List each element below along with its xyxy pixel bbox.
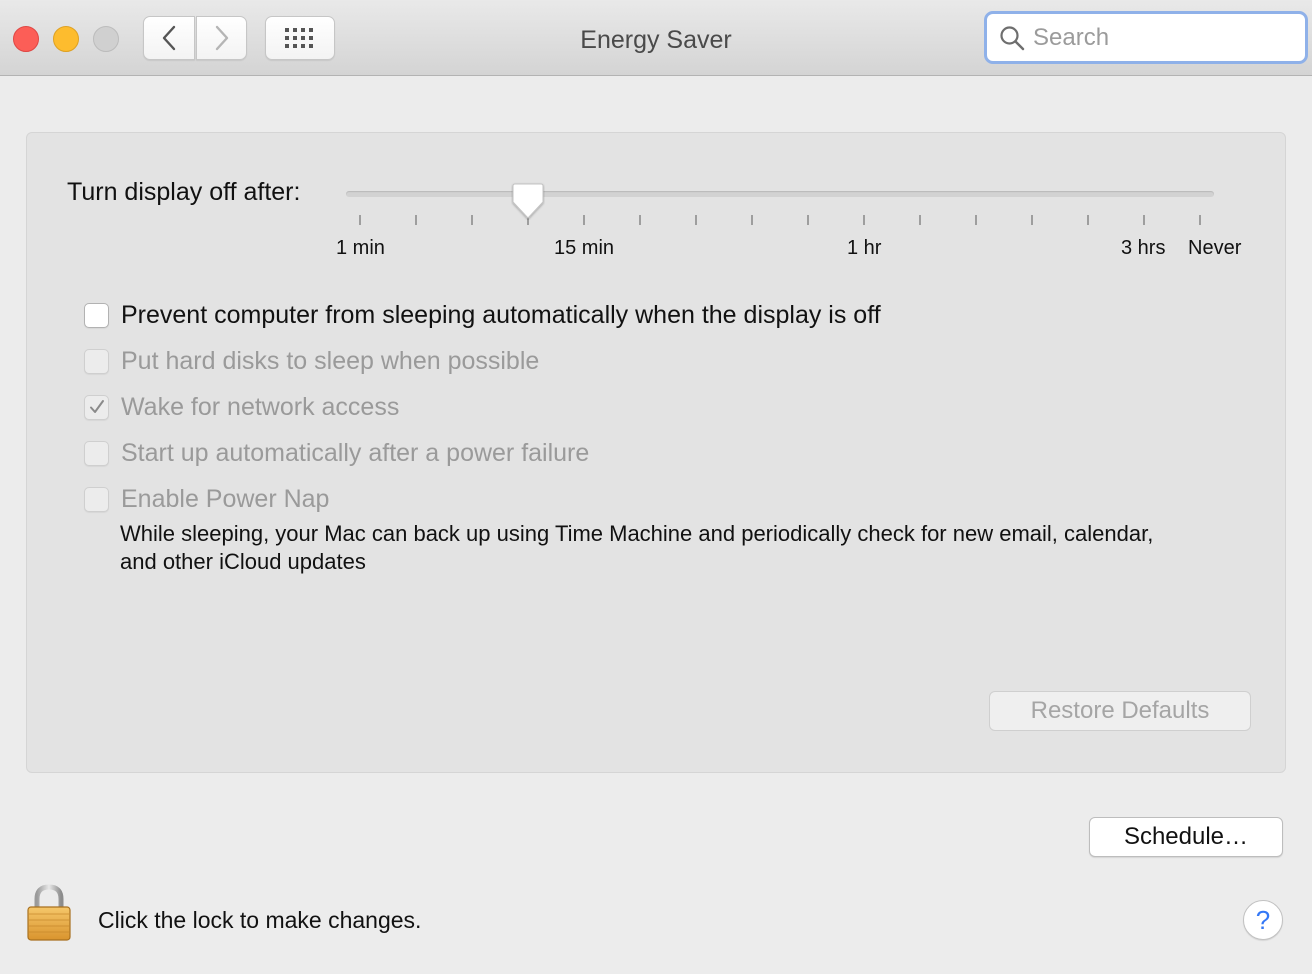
- tick-label-never: Never: [1188, 237, 1242, 259]
- wake-network-label: Wake for network access: [121, 392, 400, 421]
- tick-label-3-hrs: 3 hrs: [1121, 237, 1166, 259]
- prevent-sleep-label: Prevent computer from sleeping automatic…: [121, 300, 881, 329]
- slider-tick: [1087, 215, 1089, 225]
- slider-tick: [1143, 215, 1145, 225]
- slider-tick: [751, 215, 753, 225]
- search-field[interactable]: [984, 11, 1308, 64]
- option-disk-sleep[interactable]: Put hard disks to sleep when possible: [84, 346, 539, 376]
- power-failure-checkbox[interactable]: [84, 440, 109, 466]
- power-nap-checkbox[interactable]: [84, 486, 109, 512]
- prevent-sleep-checkbox[interactable]: [84, 302, 109, 328]
- checkmark-icon: [89, 400, 104, 413]
- schedule-button[interactable]: Schedule…: [1089, 817, 1283, 857]
- lock-message: Click the lock to make changes.: [98, 907, 422, 933]
- slider-tick: [695, 215, 697, 225]
- option-prevent-sleep[interactable]: Prevent computer from sleeping automatic…: [84, 300, 881, 330]
- slider-tick: [863, 215, 865, 225]
- power-nap-label: Enable Power Nap: [121, 484, 330, 513]
- slider-tick: [807, 215, 809, 225]
- power-failure-label: Start up automatically after a power fai…: [121, 438, 590, 467]
- title-bar: Energy Saver: [0, 0, 1312, 76]
- wake-network-checkbox[interactable]: [84, 394, 109, 420]
- search-input[interactable]: [1033, 23, 1293, 52]
- slider-tick: [1031, 215, 1033, 225]
- slider-tick: [919, 215, 921, 225]
- slider-tick: [471, 215, 473, 225]
- slider-tick: [415, 215, 417, 225]
- disk-sleep-checkbox[interactable]: [84, 348, 109, 374]
- tick-label-15-min: 15 min: [554, 237, 615, 259]
- slider-tick: [975, 215, 977, 225]
- slider-tick: [639, 215, 641, 225]
- option-wake-network[interactable]: Wake for network access: [84, 392, 399, 422]
- slider-tick: [583, 215, 585, 225]
- option-power-nap[interactable]: Enable Power Nap: [84, 484, 329, 514]
- display-sleep-label: Turn display off after:: [67, 178, 301, 206]
- option-power-failure[interactable]: Start up automatically after a power fai…: [84, 438, 589, 468]
- disk-sleep-label: Put hard disks to sleep when possible: [121, 346, 540, 375]
- tick-label-1-hr: 1 hr: [847, 237, 882, 259]
- tick-label-1-min: 1 min: [336, 237, 385, 259]
- power-nap-description: While sleeping, your Mac can back up usi…: [120, 521, 1154, 574]
- slider-tick: [1199, 215, 1201, 225]
- display-sleep-slider-track[interactable]: [346, 191, 1214, 197]
- lock-icon[interactable]: [26, 884, 72, 942]
- help-button[interactable]: ?: [1243, 900, 1283, 940]
- display-sleep-slider-thumb[interactable]: [511, 182, 545, 220]
- slider-tick: [359, 215, 361, 225]
- restore-defaults-button[interactable]: Restore Defaults: [989, 691, 1251, 731]
- search-icon: [999, 25, 1025, 51]
